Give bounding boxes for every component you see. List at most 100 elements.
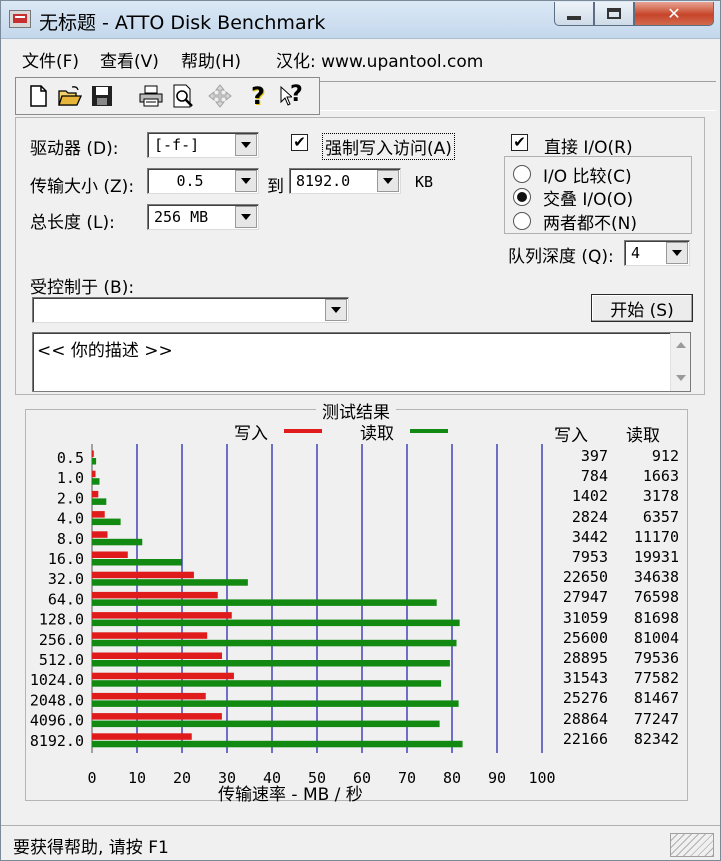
y-tick-label: 4096.0 [30,712,84,730]
write-values-column: 397 784 1402 2824 3442 7953 22650 27947 31059 256… [556,410,608,802]
new-button[interactable] [24,81,52,111]
y-tick-label: 4.0 [57,510,84,528]
maximize-button[interactable] [594,2,634,26]
total-length-select[interactable]: 256 MB [147,204,259,230]
chevron-down-icon [241,142,251,148]
x-tick-label-0: 0 [87,769,96,787]
title-bar[interactable]: 无标题 - ATTO Disk Benchmark ✕ [1,1,720,39]
x-tick-label-20: 20 [173,769,191,787]
direct-io-checkbox[interactable]: ✔ [511,134,528,151]
chevron-down-icon [331,307,341,313]
y-tick-label: 0.5 [57,449,84,467]
controlled-by-label: 受控制于 (B): [30,278,135,298]
minimize-button[interactable] [554,2,594,26]
write-bar [92,571,194,579]
force-write-checkbox[interactable]: ✔ [291,134,308,151]
read-value: 34638 [633,568,679,587]
queue-depth-dropdown-button[interactable] [666,242,688,264]
write-bar [92,450,94,457]
about-button[interactable]: ? [244,81,272,111]
write-bar [92,591,218,599]
read-value: 77247 [633,709,679,728]
menu-help[interactable]: 帮助(H) [181,47,241,72]
save-button[interactable] [88,81,116,111]
menu-bar: 文件(F) 查看(V) 帮助(H) 汉化: www.upantool.com [1,39,720,75]
chart-xlabel: 传输速率 - MB / 秒 [218,785,363,805]
drive-select[interactable]: [-f-] [147,132,259,158]
write-value: 3442 [571,527,608,546]
close-icon: ✕ [667,4,681,23]
controlled-by-select[interactable] [32,297,349,323]
start-button[interactable]: 开始 (S) [591,294,693,322]
read-bar [92,660,450,667]
transfer-to-select[interactable]: 8192.0 [289,168,401,194]
new-file-icon [30,85,47,107]
x-tick-label-70: 70 [398,769,416,787]
open-button[interactable] [56,81,84,111]
overlap-io-radio[interactable] [513,188,531,206]
scroll-up-icon[interactable] [676,342,686,348]
write-value: 28895 [562,649,608,667]
overlap-io-label: 交叠 I/O(O) [543,190,634,210]
neither-radio[interactable] [513,212,531,230]
results-panel: 测试结果 0 10 20 30 40 50 60 70 80 90 100 0.5 1.0 2.0 4.0 8… [25,398,688,805]
write-value: 2824 [571,507,608,526]
transfer-to-dropdown-button[interactable] [377,170,399,192]
write-value: 31543 [562,669,608,688]
context-help-button[interactable]: ? [276,81,304,111]
read-bar [92,478,100,485]
x-tick-label-10: 10 [128,769,146,787]
y-tick-label: 8.0 [57,530,84,548]
read-value: 81004 [633,628,679,647]
maximize-icon [607,8,621,19]
description-scrollbar[interactable] [670,333,690,391]
read-values-column: 912 1663 3178 6357 11170 19931 34638 76598 81698… [622,410,679,802]
y-tick-label: 512.0 [39,651,84,669]
write-value: 22650 [562,568,608,587]
print-preview-button[interactable] [169,81,197,111]
move-arrows-icon [208,84,232,108]
menu-credit[interactable]: 汉化: www.upantool.com [276,47,483,72]
toolbar-separator [320,81,716,111]
read-value: 6357 [642,507,679,526]
menu-file[interactable]: 文件(F) [22,47,79,72]
y-tick-label: 2048.0 [30,691,84,709]
status-text: 要获得帮助, 请按 F1 [13,838,169,858]
read-value: 81467 [633,689,679,708]
write-bar [92,551,128,558]
write-value: 1402 [571,487,608,506]
controlled-by-dropdown-button[interactable] [325,299,347,321]
write-bar [92,612,232,619]
read-value: 19931 [633,548,679,566]
close-button[interactable]: ✕ [634,2,714,26]
total-length-label: 总长度 (L): [30,213,115,233]
queue-depth-select[interactable]: 4 [624,240,690,266]
description-input[interactable]: << 你的描述 >> [32,332,691,392]
total-length-value: 256 MB [154,208,209,226]
total-length-dropdown-button[interactable] [235,206,257,228]
io-compare-radio[interactable] [513,165,531,183]
write-value: 28864 [562,709,608,728]
to-label: 到 [267,177,284,197]
app-icon [9,10,31,28]
io-mode-group: I/O 比较(C) 交叠 I/O(O) 两者都不(N) [504,156,692,234]
write-bar [92,672,234,680]
resize-grip-icon[interactable] [670,833,714,857]
drive-dropdown-button[interactable] [235,134,257,156]
y-tick-label: 1.0 [57,469,84,487]
transfer-from-select[interactable]: 0.5 [147,168,259,194]
write-bar [92,692,206,700]
transfer-from-dropdown-button[interactable] [235,170,257,192]
print-button[interactable] [137,81,165,111]
read-value: 77582 [633,669,679,688]
read-value: 912 [651,447,679,465]
read-bar [92,740,463,748]
read-bar [92,639,457,647]
write-bar [92,733,192,740]
menu-view[interactable]: 查看(V) [100,47,159,72]
window-title: 无标题 - ATTO Disk Benchmark [39,12,326,34]
write-bar [92,632,208,639]
y-tick-label: 256.0 [39,631,84,649]
printer-icon [139,85,163,107]
scroll-down-icon[interactable] [676,375,686,381]
